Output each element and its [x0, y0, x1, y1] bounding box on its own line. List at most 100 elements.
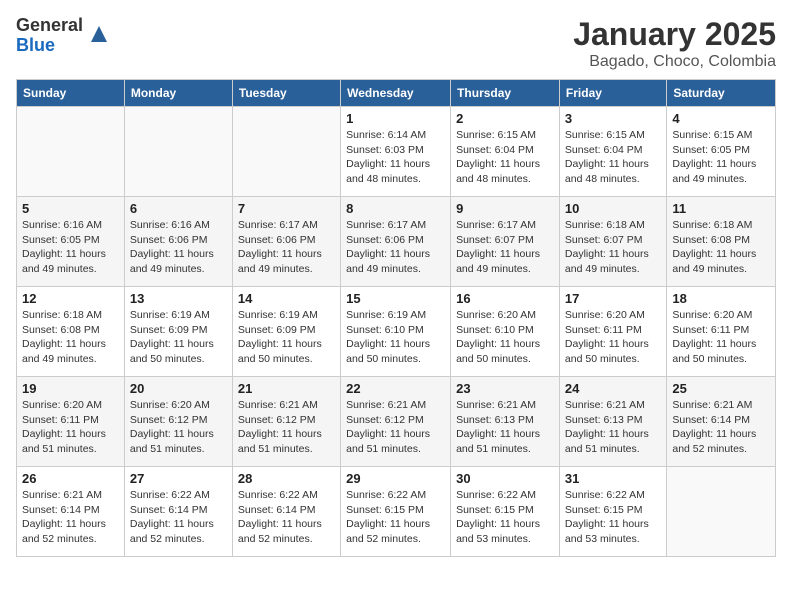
day-info: Sunrise: 6:19 AM Sunset: 6:09 PM Dayligh…	[238, 308, 335, 367]
day-number: 13	[130, 291, 227, 306]
day-number: 12	[22, 291, 119, 306]
day-number: 25	[672, 381, 770, 396]
day-number: 20	[130, 381, 227, 396]
day-number: 18	[672, 291, 770, 306]
column-header-saturday: Saturday	[667, 80, 776, 107]
calendar-header-row: SundayMondayTuesdayWednesdayThursdayFrid…	[17, 80, 776, 107]
day-info: Sunrise: 6:22 AM Sunset: 6:15 PM Dayligh…	[565, 488, 661, 547]
day-number: 2	[456, 111, 554, 126]
day-info: Sunrise: 6:20 AM Sunset: 6:11 PM Dayligh…	[22, 398, 119, 457]
calendar-cell: 10Sunrise: 6:18 AM Sunset: 6:07 PM Dayli…	[559, 197, 666, 287]
calendar-cell: 9Sunrise: 6:17 AM Sunset: 6:07 PM Daylig…	[451, 197, 560, 287]
day-number: 19	[22, 381, 119, 396]
calendar-week-row: 1 Sunrise: 6:14 AM Sunset: 6:03 PM Daylig…	[17, 107, 776, 197]
calendar-cell: 18 Sunrise: 6:20 AM Sunset: 6:11 PM Dayli…	[667, 287, 776, 377]
day-info: Sunrise: 6:21 AM Sunset: 6:13 PM Dayligh…	[565, 398, 661, 457]
calendar-week-row: 12 Sunrise: 6:18 AM Sunset: 6:08 PM Dayli…	[17, 287, 776, 377]
calendar-cell	[667, 467, 776, 557]
calendar-cell: 17Sunrise: 6:20 AM Sunset: 6:11 PM Dayli…	[559, 287, 666, 377]
page-header: General Blue January 2025 Bagado, Choco,…	[16, 16, 776, 71]
calendar-cell: 8 Sunrise: 6:17 AM Sunset: 6:06 PM Daylig…	[341, 197, 451, 287]
day-number: 3	[565, 111, 661, 126]
day-info: Sunrise: 6:19 AM Sunset: 6:10 PM Dayligh…	[346, 308, 445, 367]
day-number: 7	[238, 201, 335, 216]
calendar-cell: 6 Sunrise: 6:16 AM Sunset: 6:06 PM Daylig…	[124, 197, 232, 287]
day-info: Sunrise: 6:22 AM Sunset: 6:14 PM Dayligh…	[238, 488, 335, 547]
calendar-cell: 14 Sunrise: 6:19 AM Sunset: 6:09 PM Dayli…	[232, 287, 340, 377]
calendar-cell	[232, 107, 340, 197]
calendar-cell: 31Sunrise: 6:22 AM Sunset: 6:15 PM Dayli…	[559, 467, 666, 557]
day-info: Sunrise: 6:17 AM Sunset: 6:06 PM Dayligh…	[346, 218, 445, 277]
day-info: Sunrise: 6:21 AM Sunset: 6:12 PM Dayligh…	[346, 398, 445, 457]
column-header-friday: Friday	[559, 80, 666, 107]
calendar-cell: 16Sunrise: 6:20 AM Sunset: 6:10 PM Dayli…	[451, 287, 560, 377]
calendar-cell: 4 Sunrise: 6:15 AM Sunset: 6:05 PM Daylig…	[667, 107, 776, 197]
calendar-cell: 29 Sunrise: 6:22 AM Sunset: 6:15 PM Dayli…	[341, 467, 451, 557]
day-info: Sunrise: 6:19 AM Sunset: 6:09 PM Dayligh…	[130, 308, 227, 367]
calendar-cell: 23 Sunrise: 6:21 AM Sunset: 6:13 PM Dayli…	[451, 377, 560, 467]
calendar-table: SundayMondayTuesdayWednesdayThursdayFrid…	[16, 79, 776, 557]
title-block: January 2025 Bagado, Choco, Colombia	[573, 16, 776, 71]
calendar-cell: 7Sunrise: 6:17 AM Sunset: 6:06 PM Daylig…	[232, 197, 340, 287]
day-info: Sunrise: 6:21 AM Sunset: 6:13 PM Dayligh…	[456, 398, 554, 457]
column-header-monday: Monday	[124, 80, 232, 107]
calendar-week-row: 5Sunrise: 6:16 AM Sunset: 6:05 PM Daylig…	[17, 197, 776, 287]
day-number: 29	[346, 471, 445, 486]
day-number: 28	[238, 471, 335, 486]
calendar-cell: 21Sunrise: 6:21 AM Sunset: 6:12 PM Dayli…	[232, 377, 340, 467]
day-info: Sunrise: 6:15 AM Sunset: 6:04 PM Dayligh…	[456, 128, 554, 187]
calendar-cell: 25Sunrise: 6:21 AM Sunset: 6:14 PM Dayli…	[667, 377, 776, 467]
calendar-cell	[17, 107, 125, 197]
calendar-cell: 30 Sunrise: 6:22 AM Sunset: 6:15 PM Dayli…	[451, 467, 560, 557]
location-title: Bagado, Choco, Colombia	[573, 53, 776, 71]
calendar-body: 1 Sunrise: 6:14 AM Sunset: 6:03 PM Daylig…	[17, 107, 776, 557]
logo-blue-text: Blue	[16, 36, 83, 56]
day-number: 24	[565, 381, 661, 396]
day-info: Sunrise: 6:15 AM Sunset: 6:04 PM Dayligh…	[565, 128, 661, 187]
calendar-week-row: 19 Sunrise: 6:20 AM Sunset: 6:11 PM Dayli…	[17, 377, 776, 467]
calendar-cell: 28 Sunrise: 6:22 AM Sunset: 6:14 PM Dayli…	[232, 467, 340, 557]
day-number: 27	[130, 471, 227, 486]
day-info: Sunrise: 6:20 AM Sunset: 6:11 PM Dayligh…	[672, 308, 770, 367]
logo-general-text: General	[16, 16, 83, 36]
calendar-cell: 26Sunrise: 6:21 AM Sunset: 6:14 PM Dayli…	[17, 467, 125, 557]
day-number: 15	[346, 291, 445, 306]
day-info: Sunrise: 6:22 AM Sunset: 6:14 PM Dayligh…	[130, 488, 227, 547]
day-info: Sunrise: 6:20 AM Sunset: 6:12 PM Dayligh…	[130, 398, 227, 457]
calendar-cell: 11 Sunrise: 6:18 AM Sunset: 6:08 PM Dayli…	[667, 197, 776, 287]
calendar-cell: 5Sunrise: 6:16 AM Sunset: 6:05 PM Daylig…	[17, 197, 125, 287]
calendar-cell: 27 Sunrise: 6:22 AM Sunset: 6:14 PM Dayli…	[124, 467, 232, 557]
month-title: January 2025	[573, 16, 776, 53]
day-number: 6	[130, 201, 227, 216]
calendar-cell: 3 Sunrise: 6:15 AM Sunset: 6:04 PM Daylig…	[559, 107, 666, 197]
day-info: Sunrise: 6:16 AM Sunset: 6:06 PM Dayligh…	[130, 218, 227, 277]
day-info: Sunrise: 6:20 AM Sunset: 6:10 PM Dayligh…	[456, 308, 554, 367]
day-info: Sunrise: 6:16 AM Sunset: 6:05 PM Dayligh…	[22, 218, 119, 277]
day-number: 22	[346, 381, 445, 396]
calendar-cell: 1 Sunrise: 6:14 AM Sunset: 6:03 PM Daylig…	[341, 107, 451, 197]
day-info: Sunrise: 6:22 AM Sunset: 6:15 PM Dayligh…	[346, 488, 445, 547]
day-number: 30	[456, 471, 554, 486]
day-info: Sunrise: 6:22 AM Sunset: 6:15 PM Dayligh…	[456, 488, 554, 547]
day-info: Sunrise: 6:18 AM Sunset: 6:08 PM Dayligh…	[672, 218, 770, 277]
calendar-cell: 15 Sunrise: 6:19 AM Sunset: 6:10 PM Dayli…	[341, 287, 451, 377]
day-number: 10	[565, 201, 661, 216]
day-number: 4	[672, 111, 770, 126]
column-header-wednesday: Wednesday	[341, 80, 451, 107]
day-info: Sunrise: 6:14 AM Sunset: 6:03 PM Dayligh…	[346, 128, 445, 187]
calendar-cell: 12 Sunrise: 6:18 AM Sunset: 6:08 PM Dayli…	[17, 287, 125, 377]
day-number: 1	[346, 111, 445, 126]
day-number: 8	[346, 201, 445, 216]
day-number: 17	[565, 291, 661, 306]
day-number: 21	[238, 381, 335, 396]
day-info: Sunrise: 6:18 AM Sunset: 6:08 PM Dayligh…	[22, 308, 119, 367]
day-number: 23	[456, 381, 554, 396]
day-number: 9	[456, 201, 554, 216]
column-header-thursday: Thursday	[451, 80, 560, 107]
day-number: 11	[672, 201, 770, 216]
day-info: Sunrise: 6:21 AM Sunset: 6:14 PM Dayligh…	[22, 488, 119, 547]
day-number: 14	[238, 291, 335, 306]
calendar-cell	[124, 107, 232, 197]
day-info: Sunrise: 6:15 AM Sunset: 6:05 PM Dayligh…	[672, 128, 770, 187]
calendar-cell: 19 Sunrise: 6:20 AM Sunset: 6:11 PM Dayli…	[17, 377, 125, 467]
